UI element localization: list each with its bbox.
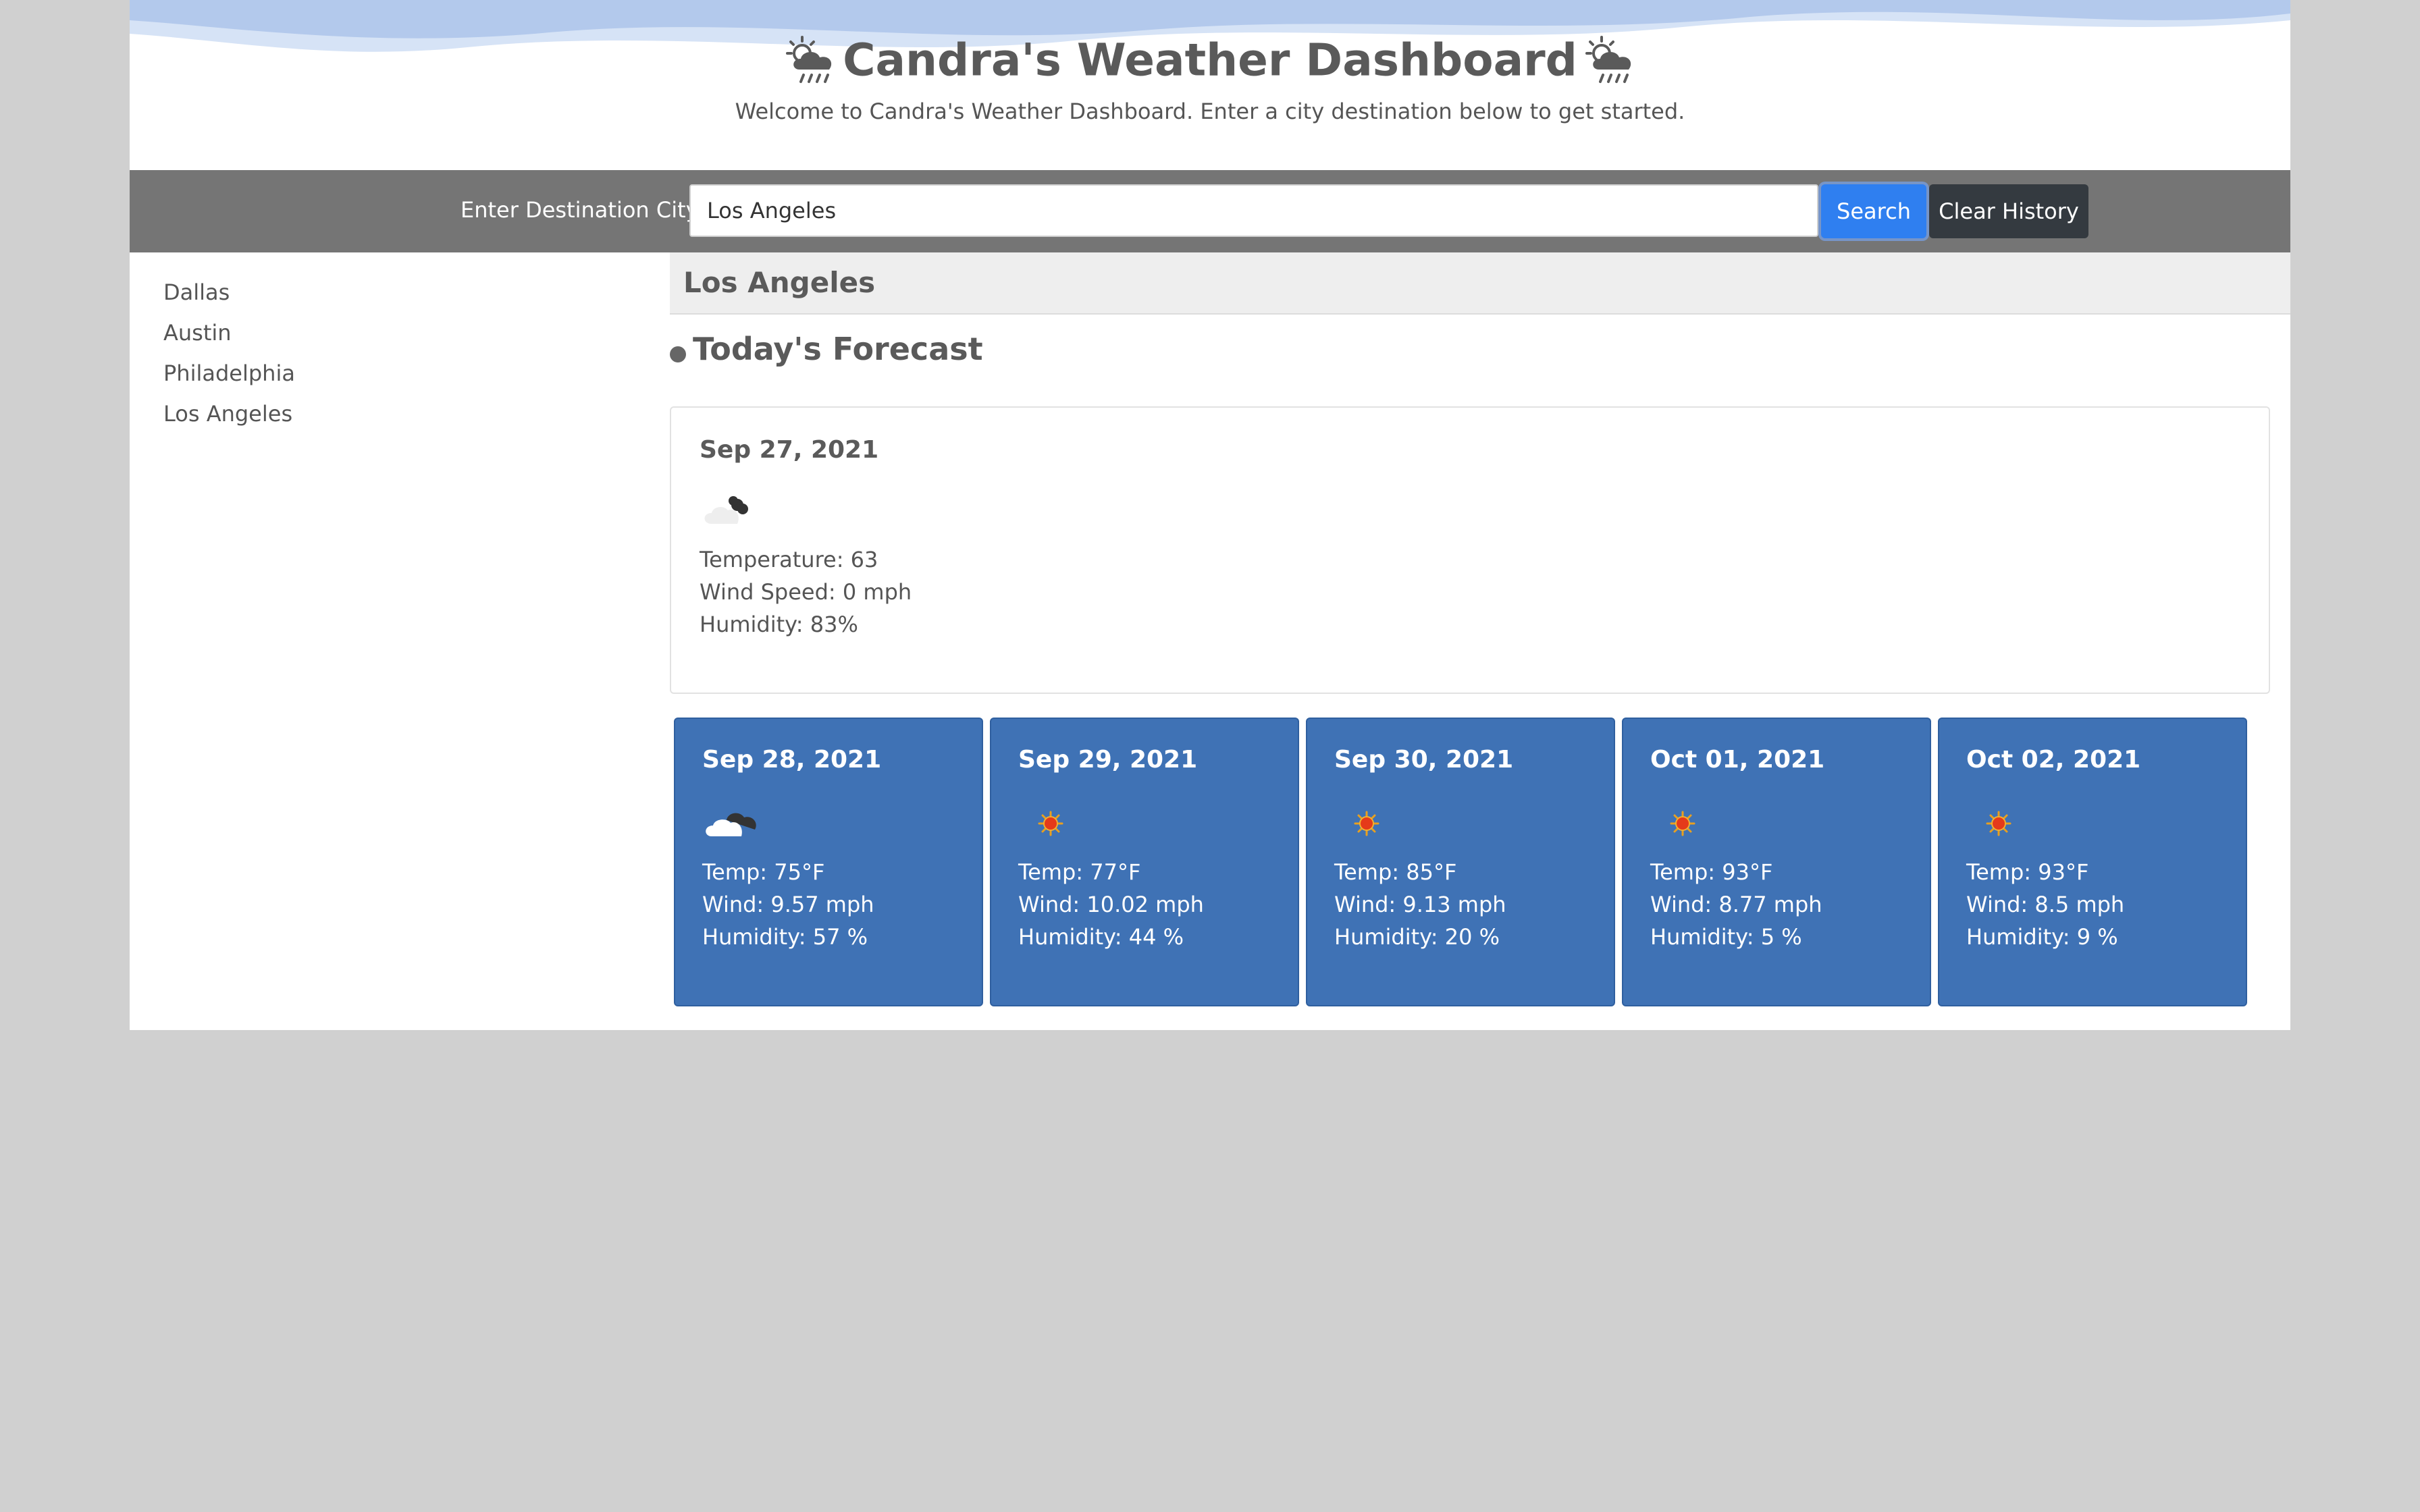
forecast-date: Oct 01, 2021 (1650, 746, 1825, 774)
page-header: Candra's Weather Dashboard Welcome to Ca… (130, 0, 2290, 170)
forecast-temp: Temp: 85°F (1334, 859, 1457, 885)
today-forecast-card: Sep 27, 2021 Temperature: 63 Wind Speed:… (670, 406, 2270, 694)
sun-icon (1354, 811, 1379, 836)
sun-icon (1670, 811, 1695, 836)
night-cloudy-icon (704, 496, 748, 524)
clear-history-button[interactable]: Clear History (1929, 184, 2088, 238)
today-temperature: Temperature: 63 (700, 547, 878, 572)
forecast-humidity: Humidity: 57 % (702, 924, 868, 950)
today-date: Sep 27, 2021 (700, 436, 879, 464)
forecast-wind: Wind: 10.02 mph (1018, 892, 1204, 917)
forecast-card: Sep 28, 2021 Temp: 75°F Wind: 9.57 mph H… (674, 718, 983, 1006)
page-title: Candra's Weather Dashboard (130, 31, 2290, 86)
page-subtitle: Welcome to Candra's Weather Dashboard. E… (735, 99, 1685, 124)
forecast-humidity: Humidity: 44 % (1018, 924, 1184, 950)
forecast-temp: Temp: 93°F (1650, 859, 1773, 885)
forecast-wind: Wind: 8.77 mph (1650, 892, 1822, 917)
search-bar: Enter Destination City Search Clear Hist… (130, 170, 2290, 252)
forecast-temp: Temp: 93°F (1966, 859, 2089, 885)
history-item-philadelphia[interactable]: Philadelphia (163, 358, 636, 398)
sun-icon (1986, 811, 2011, 836)
search-label: Enter Destination City (461, 197, 699, 223)
partly-cloudy-icon (706, 813, 756, 836)
forecast-humidity: Humidity: 5 % (1650, 924, 1802, 950)
forecast-wind: Wind: 9.13 mph (1334, 892, 1506, 917)
search-button[interactable]: Search (1821, 184, 1926, 238)
forecast-humidity: Humidity: 9 % (1966, 924, 2118, 950)
forecast-card: Oct 01, 2021 Temp: 93°F Wind: 8.77 mph H… (1622, 718, 1931, 1006)
history-item-los-angeles[interactable]: Los Angeles (163, 398, 636, 439)
city-name: Los Angeles (683, 266, 876, 299)
forecast-card: Sep 30, 2021 Temp: 85°F Wind: 9.13 mph H… (1306, 718, 1615, 1006)
history-item-dallas[interactable]: Dallas (163, 277, 636, 317)
forecast-temp: Temp: 75°F (702, 859, 825, 885)
forecast-humidity: Humidity: 20 % (1334, 924, 1500, 950)
forecast-card: Sep 29, 2021 Temp: 77°F Wind: 10.02 mph … (990, 718, 1299, 1006)
forecast-wind: Wind: 9.57 mph (702, 892, 874, 917)
forecast-date: Sep 29, 2021 (1018, 746, 1198, 774)
bullet-icon (670, 346, 686, 362)
history-item-austin[interactable]: Austin (163, 317, 636, 358)
forecast-date: Sep 28, 2021 (702, 746, 882, 774)
forecast-date: Oct 02, 2021 (1966, 746, 2141, 774)
search-history-list: Dallas Austin Philadelphia Los Angeles (163, 277, 636, 439)
today-humidity: Humidity: 83% (700, 612, 858, 637)
page-title-text: Candra's Weather Dashboard (843, 34, 1577, 86)
forecast-temp: Temp: 77°F (1018, 859, 1141, 885)
city-header: Los Angeles (670, 252, 2290, 315)
app-container: Candra's Weather Dashboard Welcome to Ca… (130, 0, 2290, 1030)
sun-behind-rain-cloud-icon (786, 35, 832, 83)
today-wind-speed: Wind Speed: 0 mph (700, 579, 912, 605)
forecast-wind: Wind: 8.5 mph (1966, 892, 2125, 917)
sun-behind-rain-cloud-icon (1585, 35, 1631, 83)
sun-icon (1038, 811, 1063, 836)
city-search-input[interactable] (689, 184, 1818, 237)
today-forecast-heading: Today's Forecast (670, 331, 983, 367)
forecast-date: Sep 30, 2021 (1334, 746, 1514, 774)
today-forecast-heading-text: Today's Forecast (693, 331, 983, 367)
forecast-card: Oct 02, 2021 Temp: 93°F Wind: 8.5 mph Hu… (1938, 718, 2247, 1006)
